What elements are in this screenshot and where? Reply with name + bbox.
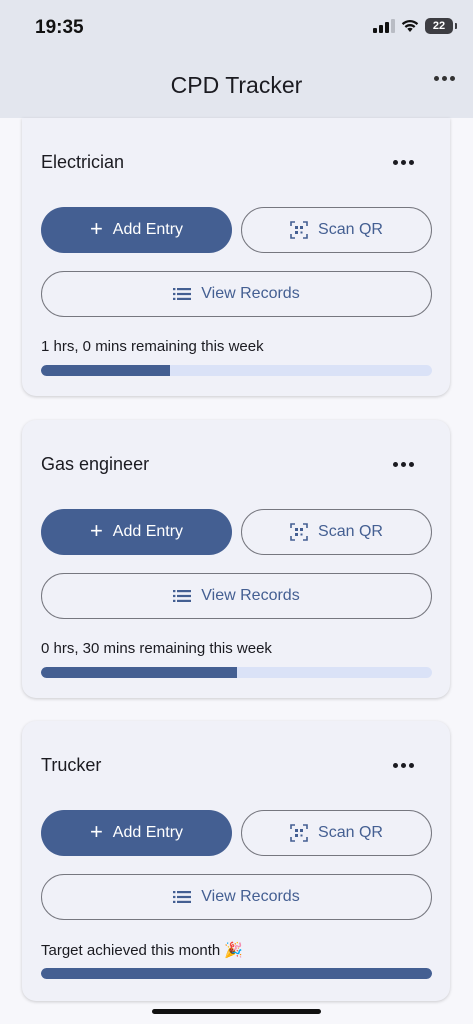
- home-indicator: [152, 1009, 321, 1014]
- remaining-time-text: Target achieved this month 🎉: [41, 942, 244, 959]
- wifi-icon: [401, 19, 419, 32]
- view-records-button[interactable]: View Records: [41, 874, 432, 920]
- more-horizontal-icon[interactable]: [393, 160, 414, 165]
- profession-card: Trucker + Add Entry Scan QR View Records…: [22, 721, 450, 1001]
- scan-qr-label: Scan QR: [318, 523, 383, 540]
- view-records-button[interactable]: View Records: [41, 271, 432, 317]
- cellular-signal-icon: [373, 19, 395, 33]
- plus-icon: +: [89, 518, 103, 543]
- scan-qr-button[interactable]: Scan QR: [241, 509, 432, 555]
- scan-qr-button[interactable]: Scan QR: [241, 810, 432, 856]
- qr-scan-icon: [290, 523, 308, 541]
- progress-fill: [41, 667, 237, 678]
- qr-scan-icon: [290, 824, 308, 842]
- page-title: CPD Tracker: [170, 72, 303, 98]
- card-title: Gas engineer: [41, 454, 150, 474]
- remaining-time-text: 0 hrs, 30 mins remaining this week: [41, 640, 272, 657]
- status-icons: 22: [373, 18, 457, 34]
- status-time: 19:35: [35, 17, 84, 38]
- view-records-button[interactable]: View Records: [41, 573, 432, 619]
- list-icon: [173, 288, 192, 300]
- app-header: 19:35 22 CPD Tracker: [0, 0, 473, 118]
- progress-bar: [41, 667, 432, 678]
- scan-qr-label: Scan QR: [318, 221, 383, 238]
- card-title: Trucker: [41, 755, 102, 775]
- view-records-label: View Records: [201, 285, 300, 302]
- add-entry-label: Add Entry: [112, 523, 184, 540]
- progress-fill: [41, 365, 171, 376]
- add-entry-button[interactable]: + Add Entry: [41, 207, 232, 253]
- profession-card: Gas engineer + Add Entry Scan QR View Re…: [22, 420, 450, 698]
- scan-qr-label: Scan QR: [318, 824, 383, 841]
- add-entry-label: Add Entry: [112, 221, 184, 238]
- profession-card: Electrician + Add Entry Scan QR View Rec…: [22, 118, 450, 396]
- view-records-label: View Records: [201, 888, 300, 905]
- progress-fill: [41, 968, 432, 979]
- progress-bar: [41, 365, 432, 376]
- status-bar: 19:35 22: [0, 0, 473, 56]
- list-icon: [173, 590, 192, 602]
- more-horizontal-icon[interactable]: [434, 76, 455, 81]
- progress-bar: [41, 968, 432, 979]
- more-horizontal-icon[interactable]: [393, 763, 414, 768]
- plus-icon: +: [89, 216, 103, 241]
- battery-icon: 22: [425, 18, 457, 34]
- more-horizontal-icon[interactable]: [393, 462, 414, 467]
- scan-qr-button[interactable]: Scan QR: [241, 207, 432, 253]
- plus-icon: +: [89, 819, 103, 844]
- view-records-label: View Records: [201, 587, 300, 604]
- add-entry-button[interactable]: + Add Entry: [41, 810, 232, 856]
- list-icon: [173, 891, 192, 903]
- add-entry-button[interactable]: + Add Entry: [41, 509, 232, 555]
- add-entry-label: Add Entry: [112, 824, 184, 841]
- remaining-time-text: 1 hrs, 0 mins remaining this week: [41, 338, 264, 355]
- qr-scan-icon: [290, 221, 308, 239]
- card-title: Electrician: [41, 152, 125, 172]
